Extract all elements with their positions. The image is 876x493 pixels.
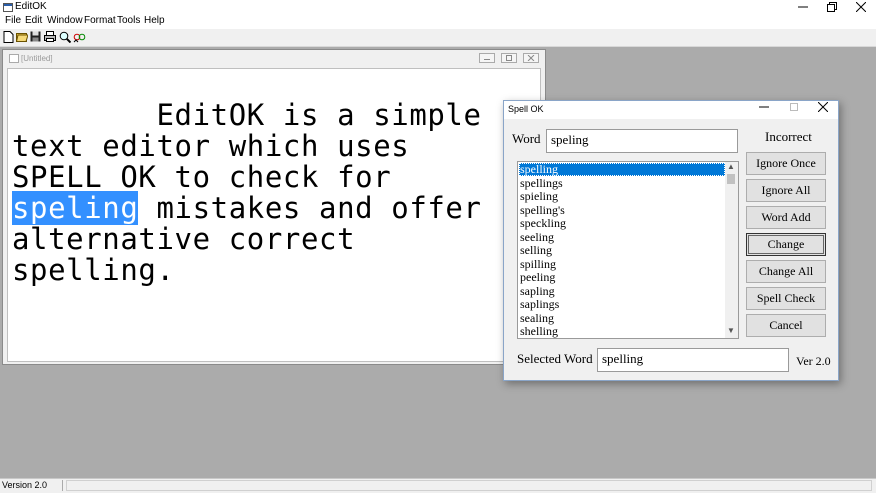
editor-text-before: EditOK is a simple text editor which use…	[12, 98, 500, 194]
suggestion-item[interactable]: sapling	[519, 284, 725, 298]
new-button[interactable]	[2, 30, 15, 43]
cancel-button[interactable]: Cancel	[746, 314, 826, 337]
suggestions-list[interactable]: spelling spellings spieling spelling's s…	[517, 161, 739, 339]
find-button[interactable]	[58, 30, 71, 43]
save-icon	[30, 31, 41, 42]
find-icon	[59, 31, 71, 43]
restore-button[interactable]	[817, 0, 847, 14]
word-label: Word	[512, 131, 541, 146]
word-field[interactable]: speling	[546, 129, 738, 153]
change-button[interactable]: Change	[746, 233, 826, 256]
document-icon	[9, 54, 19, 63]
status-bar: Version 2.0	[0, 478, 876, 493]
status-panel	[66, 480, 872, 491]
suggestion-item[interactable]: shelling	[519, 325, 725, 338]
app-title: EditOK	[15, 1, 47, 12]
document-titlebar: [Untitled]	[3, 50, 545, 68]
spell-dialog-title: Spell OK	[508, 104, 544, 114]
open-button[interactable]	[15, 30, 28, 43]
app-icon	[3, 3, 13, 12]
close-icon	[817, 101, 829, 113]
new-icon	[3, 30, 14, 43]
menu-edit[interactable]: Edit	[23, 15, 44, 26]
minimize-icon	[759, 106, 769, 108]
selected-word-field[interactable]: spelling	[597, 348, 789, 372]
spell-check-button[interactable]: Spell Check	[746, 287, 826, 310]
suggestion-item[interactable]: seeling	[519, 230, 725, 244]
minimize-button[interactable]	[788, 0, 818, 14]
spell-dialog-minimize-button[interactable]	[750, 102, 778, 118]
toolbar	[0, 29, 876, 47]
menu-window[interactable]: Window	[45, 15, 85, 26]
suggestion-item[interactable]: spelling's	[519, 203, 725, 217]
scroll-down-icon[interactable]: ▼	[727, 326, 735, 335]
spell-ok-dialog: Spell OK Word speling Incorrect spelling…	[503, 100, 839, 381]
word-add-button[interactable]: Word Add	[746, 206, 826, 229]
print-icon	[43, 31, 56, 42]
maximize-icon	[790, 103, 798, 111]
minimize-icon	[798, 6, 808, 8]
editor-content[interactable]: EditOK is a simple text editor which use…	[12, 100, 532, 286]
suggestion-item[interactable]: sealing	[519, 311, 725, 325]
suggestion-item[interactable]: saplings	[519, 298, 725, 311]
suggestion-item[interactable]: peeling	[519, 271, 725, 284]
suggestion-item[interactable]: spelling	[519, 163, 725, 176]
spell-check-icon	[73, 33, 86, 42]
ignore-once-button[interactable]: Ignore Once	[746, 152, 826, 175]
minimize-icon	[484, 59, 490, 60]
document-title: [Untitled]	[21, 54, 53, 63]
text-editor[interactable]: EditOK is a simple text editor which use…	[7, 68, 541, 362]
document-restore-button[interactable]	[501, 53, 517, 63]
status-version: Version 2.0	[2, 480, 63, 491]
suggestion-item[interactable]: spilling	[519, 257, 725, 271]
menu-tools[interactable]: Tools	[115, 15, 142, 26]
highlighted-misspelled-word[interactable]: speling	[12, 191, 139, 225]
print-button[interactable]	[43, 30, 56, 43]
restore-icon	[827, 2, 837, 12]
selected-word-label: Selected Word	[517, 351, 593, 366]
suggestion-item[interactable]: spellings	[519, 176, 725, 190]
suggestion-item[interactable]: speckling	[519, 217, 725, 230]
spell-dialog-close-button[interactable]	[809, 101, 837, 118]
document-minimize-button[interactable]	[479, 53, 495, 63]
spell-dialog-titlebar: Spell OK	[504, 101, 838, 119]
version-label: Ver 2.0	[796, 354, 831, 368]
suggestion-item[interactable]: selling	[519, 244, 725, 257]
menu-bar: File Edit Window Format Tools Help	[0, 14, 876, 29]
document-window: [Untitled] EditOK is a simple text edito…	[2, 49, 546, 365]
restore-icon	[506, 55, 512, 61]
ignore-all-button[interactable]: Ignore All	[746, 179, 826, 202]
close-icon	[855, 1, 867, 13]
status-text: Incorrect	[765, 129, 812, 144]
scroll-up-icon[interactable]: ▲	[727, 162, 735, 171]
menu-format[interactable]: Format	[82, 15, 118, 26]
close-button[interactable]	[846, 0, 876, 14]
scrollbar-thumb[interactable]	[727, 174, 735, 184]
menu-file[interactable]: File	[3, 15, 23, 26]
app-titlebar: EditOK	[0, 0, 876, 14]
change-all-button[interactable]: Change All	[746, 260, 826, 283]
spell-dialog-maximize-button[interactable]	[780, 102, 808, 118]
document-close-button[interactable]	[523, 53, 539, 63]
open-icon	[15, 33, 28, 42]
suggestions-scrollbar[interactable]: ▲ ▼	[725, 162, 738, 338]
save-button[interactable]	[29, 30, 42, 43]
spell-check-button[interactable]	[73, 30, 86, 43]
suggestion-item[interactable]: spieling	[519, 190, 725, 203]
menu-help[interactable]: Help	[142, 15, 167, 26]
close-icon	[527, 55, 535, 61]
